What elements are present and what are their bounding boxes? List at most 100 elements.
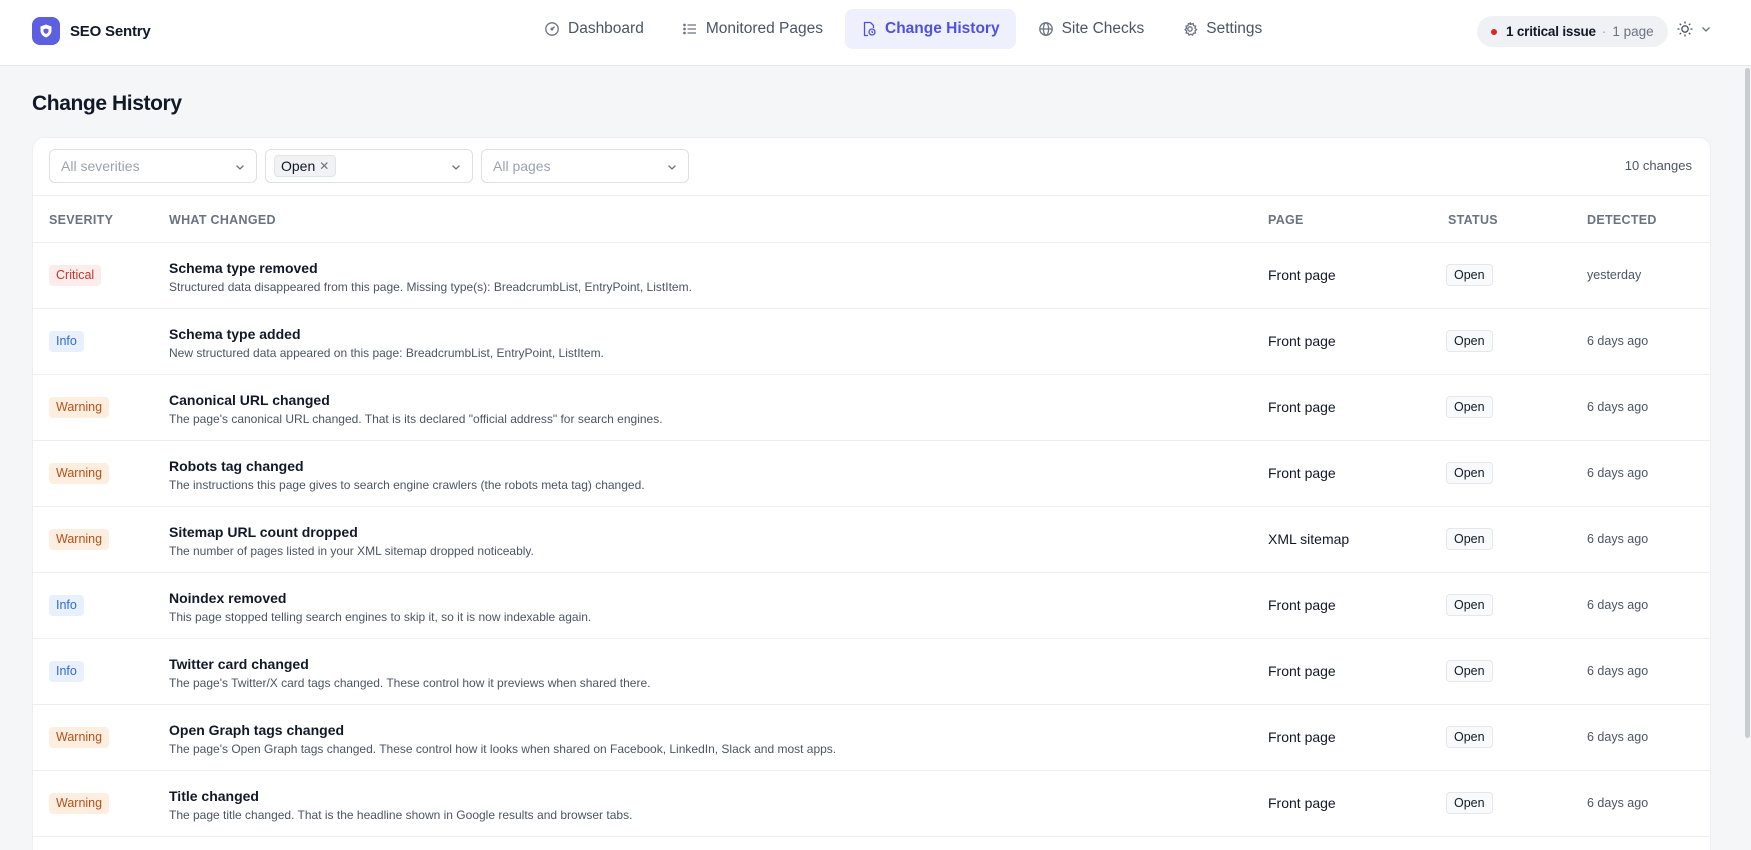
nav-monitored-pages[interactable]: Monitored Pages: [666, 9, 839, 49]
critical-issue-indicator[interactable]: 1 critical issue · 1 page: [1477, 16, 1668, 47]
page-name[interactable]: Front page: [1268, 399, 1336, 415]
detected-time: 6 days ago: [1587, 532, 1649, 546]
status-filter[interactable]: Open ✕: [265, 149, 473, 183]
change-description: The page's Open Graph tags changed. Thes…: [169, 742, 837, 756]
brand[interactable]: SEO Sentry: [32, 17, 151, 45]
change-title[interactable]: Sitemap URL count dropped: [169, 524, 358, 540]
header-what-changed[interactable]: WHAT CHANGED: [169, 213, 276, 227]
change-description: Structured data disappeared from this pa…: [169, 280, 692, 294]
chevron-down-icon: [452, 165, 460, 170]
page-name[interactable]: Front page: [1268, 465, 1336, 481]
nav-dashboard[interactable]: Dashboard: [528, 9, 660, 49]
change-history-card: All severities Open ✕ All pages 10 chang…: [32, 137, 1711, 850]
change-title[interactable]: Schema type added: [169, 326, 301, 342]
globe-icon: [1038, 22, 1053, 36]
change-description: The number of pages listed in your XML s…: [169, 544, 534, 558]
change-title[interactable]: Robots tag changed: [169, 458, 304, 474]
page-name[interactable]: Front page: [1268, 729, 1336, 745]
page-name[interactable]: Front page: [1268, 795, 1336, 811]
severity-filter-placeholder: All severities: [61, 158, 140, 174]
header-detected[interactable]: DETECTED: [1587, 213, 1657, 227]
theme-toggle[interactable]: [1676, 20, 1712, 38]
page-title: Change History: [32, 92, 182, 115]
page-name[interactable]: Front page: [1268, 333, 1336, 349]
detected-time: 6 days ago: [1587, 598, 1649, 612]
change-description: New structured data appeared on this pag…: [169, 346, 604, 360]
detected-time: 6 days ago: [1587, 730, 1649, 744]
status-tag-label: Open: [281, 158, 316, 174]
change-title[interactable]: Noindex removed: [169, 590, 286, 606]
status-chip: Open: [1446, 264, 1493, 286]
detected-time: yesterday: [1587, 268, 1642, 282]
change-title[interactable]: Open Graph tags changed: [169, 722, 344, 738]
table-row[interactable]: Warning Title changed The page title cha…: [33, 771, 1710, 837]
detected-time: 6 days ago: [1587, 400, 1649, 414]
detected-time: 6 days ago: [1587, 796, 1649, 810]
status-chip: Open: [1446, 594, 1493, 616]
nav-change-history[interactable]: Change History: [845, 9, 1016, 49]
nav-site-checks-label: Site Checks: [1061, 20, 1145, 37]
status-chip: Open: [1446, 792, 1493, 814]
nav-settings-label: Settings: [1206, 20, 1263, 37]
shield-logo-icon: [32, 17, 60, 45]
page-scrollbar[interactable]: [1745, 68, 1750, 738]
severity-badge: Warning: [49, 529, 110, 550]
change-title[interactable]: Canonical URL changed: [169, 392, 330, 408]
chevron-down-icon: [668, 165, 676, 170]
list-icon: [682, 23, 696, 35]
table-row[interactable]: Critical Schema type removed Structured …: [33, 243, 1710, 309]
status-chip: Open: [1446, 330, 1493, 352]
status-filter-tag: Open ✕: [274, 155, 337, 177]
gear-icon: [1184, 22, 1198, 36]
page-name[interactable]: Front page: [1268, 267, 1336, 283]
severity-filter[interactable]: All severities: [49, 149, 257, 183]
header-status[interactable]: STATUS: [1448, 213, 1498, 227]
detected-time: 6 days ago: [1587, 664, 1649, 678]
table-row[interactable]: Warning Canonical URL changed The page's…: [33, 375, 1710, 441]
issue-page-count: 1 page: [1612, 24, 1654, 39]
page-filter[interactable]: All pages: [481, 149, 689, 183]
change-description: The page's Twitter/X card tags changed. …: [169, 676, 651, 690]
severity-badge: Warning: [49, 727, 110, 748]
sun-icon: [1677, 21, 1693, 37]
change-description: The instructions this page gives to sear…: [169, 478, 645, 492]
severity-badge: Info: [49, 331, 84, 352]
nav-dashboard-label: Dashboard: [568, 20, 644, 37]
nav-settings[interactable]: Settings: [1166, 9, 1278, 49]
app-name: SEO Sentry: [70, 22, 151, 40]
table-row[interactable]: Info Noindex removed This page stopped t…: [33, 573, 1710, 639]
change-title[interactable]: Schema type removed: [169, 260, 318, 276]
table-row[interactable]: Warning Robots tag changed The instructi…: [33, 441, 1710, 507]
detected-time: 6 days ago: [1587, 466, 1649, 480]
status-chip: Open: [1446, 396, 1493, 418]
severity-badge: Warning: [49, 463, 110, 484]
header-page[interactable]: PAGE: [1268, 213, 1304, 227]
filter-bar: All severities Open ✕ All pages 10 chang…: [33, 138, 1710, 196]
remove-tag-icon[interactable]: ✕: [319, 159, 329, 173]
issue-separator: ·: [1601, 24, 1607, 39]
table-row[interactable]: Info Twitter card changed The page's Twi…: [33, 639, 1710, 705]
chevron-down-icon: [1702, 27, 1710, 32]
page-name[interactable]: Front page: [1268, 663, 1336, 679]
table-header: SEVERITY WHAT CHANGED PAGE STATUS DETECT…: [33, 196, 1710, 243]
page-name[interactable]: Front page: [1268, 597, 1336, 613]
severity-badge: Warning: [49, 793, 110, 814]
status-chip: Open: [1446, 726, 1493, 748]
nav-site-checks[interactable]: Site Checks: [1022, 9, 1161, 49]
severity-badge: Info: [49, 661, 84, 682]
status-chip: Open: [1446, 528, 1493, 550]
gauge-icon: [545, 22, 559, 36]
header-severity[interactable]: SEVERITY: [49, 213, 113, 227]
change-title[interactable]: Twitter card changed: [169, 656, 309, 672]
table-row[interactable]: Warning Sitemap URL count dropped The nu…: [33, 507, 1710, 573]
severity-badge: Warning: [49, 397, 110, 418]
critical-dot-icon: [1491, 28, 1497, 35]
page-name[interactable]: XML sitemap: [1268, 531, 1349, 547]
table-row[interactable]: Warning Open Graph tags changed The page…: [33, 705, 1710, 771]
table-row[interactable]: Info Schema type added New structured da…: [33, 309, 1710, 375]
change-title[interactable]: Title changed: [169, 788, 259, 804]
top-bar: SEO Sentry Dashboard Monitored Pages Cha…: [0, 0, 1751, 66]
nav-monitored-pages-label: Monitored Pages: [705, 20, 824, 37]
detected-time: 6 days ago: [1587, 334, 1649, 348]
critical-issue-count: 1 critical issue: [1506, 24, 1596, 39]
